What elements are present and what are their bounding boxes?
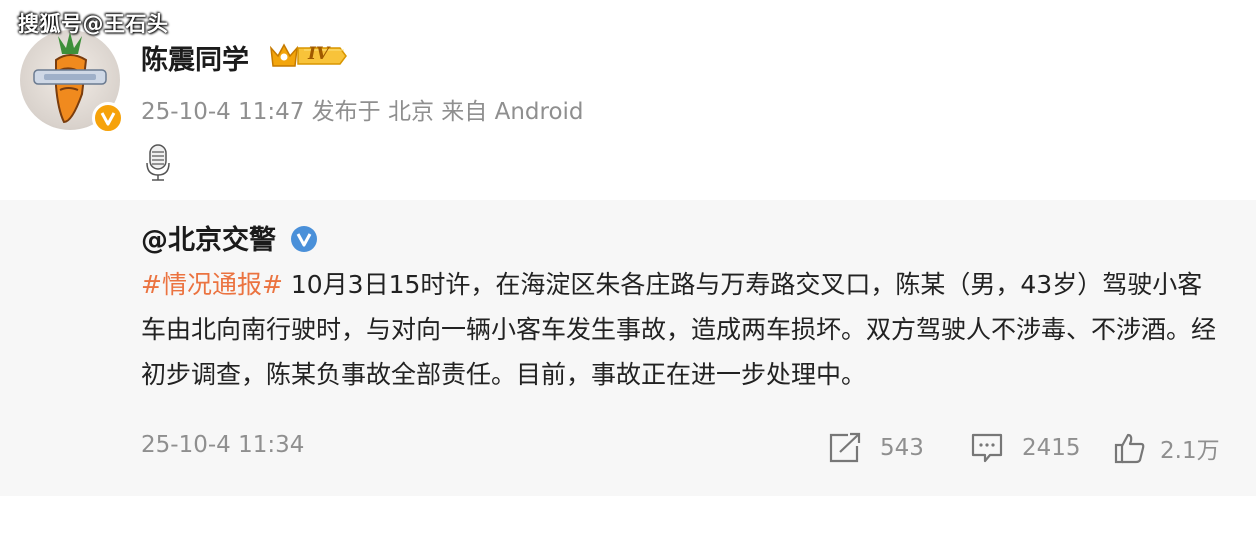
- level-badge-text: IV: [308, 44, 330, 64]
- original-post-text: #情况通报# 10月3日15时许，在海淀区朱各庄路与万寿路交叉口，陈某（男，43…: [141, 262, 1226, 397]
- microphone-icon: [144, 143, 172, 183]
- original-post-time[interactable]: 25-10-4 11:34: [141, 432, 304, 458]
- like-count: 2.1万: [1160, 438, 1220, 464]
- repost-count: 543: [880, 435, 924, 461]
- like-icon: [1114, 433, 1145, 464]
- like-button[interactable]: 2.1万: [1114, 428, 1220, 468]
- post-meta: 25-10-4 11:47 发布于 北京 来自 Android: [141, 99, 584, 125]
- hashtag-link[interactable]: #情况通报#: [141, 270, 283, 299]
- comment-count: 2415: [1022, 435, 1081, 461]
- comment-icon: [971, 433, 1003, 463]
- level-badge[interactable]: IV: [268, 40, 348, 72]
- repost-card[interactable]: @北京交警 #情况通报# 10月3日15时许，在海淀区朱各庄路与万寿路交叉口，陈…: [0, 200, 1256, 496]
- original-post-content: 10月3日15时许，在海淀区朱各庄路与万寿路交叉口，陈某（男，43岁）驾驶小客车…: [141, 270, 1217, 389]
- author-name[interactable]: 陈震同学: [141, 38, 249, 77]
- repost-icon: [829, 432, 861, 463]
- watermark: 搜狐号@王石头: [18, 12, 169, 36]
- verified-orange-icon: [92, 102, 124, 134]
- original-author-name[interactable]: @北京交警: [141, 218, 276, 257]
- verified-blue-icon: [290, 225, 318, 253]
- repost-button[interactable]: 543: [828, 428, 924, 468]
- avatar[interactable]: [20, 30, 124, 134]
- comment-button[interactable]: 2415: [970, 428, 1081, 468]
